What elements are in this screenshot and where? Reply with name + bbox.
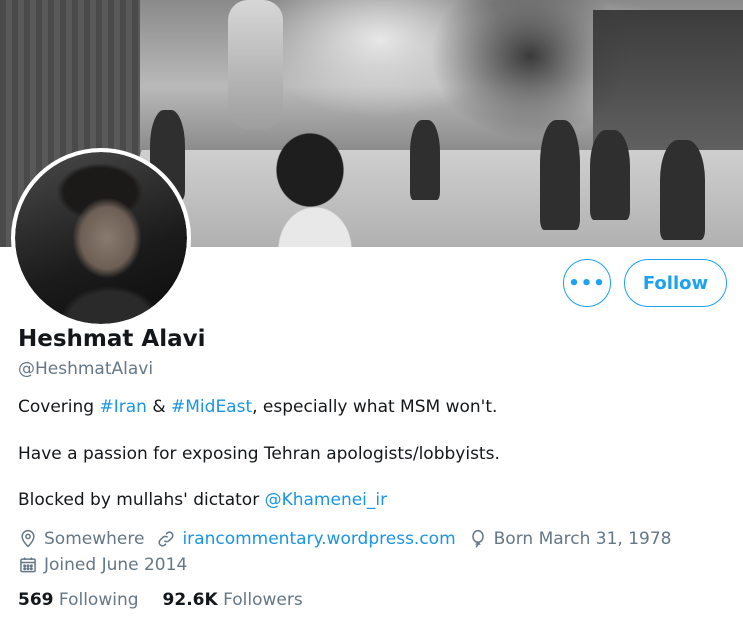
bio-line-3: Blocked by mullahs' dictator @Khamenei_i… — [18, 490, 387, 510]
banner-tree — [430, 0, 630, 140]
location-pin-icon — [21, 529, 35, 548]
website-link[interactable]: irancommentary.wordpress.com — [182, 529, 455, 549]
bio-text: , especially what MSM won't. — [252, 397, 498, 417]
banner-crowd-figure — [540, 120, 580, 230]
profile-meta-row-1: Somewhere irancommentary.wordpress.com B… — [18, 529, 684, 549]
bio-text: & — [146, 397, 172, 417]
followers-count: 92.6K — [162, 590, 218, 610]
link-icon — [158, 531, 174, 547]
profile-stats: 569 Following 92.6K Followers — [18, 590, 327, 610]
following-count: 569 — [18, 590, 54, 610]
profile-name: Heshmat Alavi — [18, 326, 206, 352]
location-item: Somewhere — [18, 529, 144, 549]
bio-line-1: Covering #Iran & #MidEast, especially wh… — [18, 397, 497, 417]
birthday-item: Born March 31, 1978 — [468, 529, 672, 549]
location-text: Somewhere — [44, 529, 145, 549]
hashtag-link-mideast[interactable]: #MidEast — [171, 397, 252, 417]
banner-crowd-figure — [660, 140, 705, 240]
joined-text: Joined June 2014 — [44, 555, 188, 575]
joined-item: Joined June 2014 — [18, 555, 187, 575]
banner-crowd-figure — [410, 120, 440, 200]
bio-line-2: Have a passion for exposing Tehran apolo… — [18, 444, 500, 464]
profile-handle: @HeshmatAlavi — [18, 359, 154, 379]
website-item[interactable]: irancommentary.wordpress.com — [156, 529, 456, 549]
banner-crowd-figure — [590, 130, 630, 220]
follow-button[interactable]: Follow — [624, 259, 727, 307]
banner-victory-hand — [228, 0, 283, 130]
more-options-button[interactable]: ••• — [563, 259, 611, 307]
more-options-label: ••• — [568, 272, 606, 294]
calendar-icon — [20, 557, 36, 573]
followers-stat[interactable]: 92.6K Followers — [163, 590, 303, 610]
balloon-icon — [471, 529, 484, 548]
mention-link-khamenei[interactable]: @Khamenei_ir — [265, 490, 388, 510]
avatar-photo — [15, 152, 187, 324]
bio-text: Covering — [18, 397, 100, 417]
birthday-text: Born March 31, 1978 — [493, 529, 672, 549]
followers-label: Followers — [223, 590, 303, 610]
following-stat[interactable]: 569 Following — [18, 590, 139, 610]
bio-text: Blocked by mullahs' dictator — [18, 490, 265, 510]
profile-avatar[interactable] — [11, 148, 191, 328]
profile-meta-row-2: Joined June 2014 — [18, 555, 199, 575]
following-label: Following — [58, 590, 139, 610]
hashtag-link-iran[interactable]: #Iran — [99, 397, 146, 417]
